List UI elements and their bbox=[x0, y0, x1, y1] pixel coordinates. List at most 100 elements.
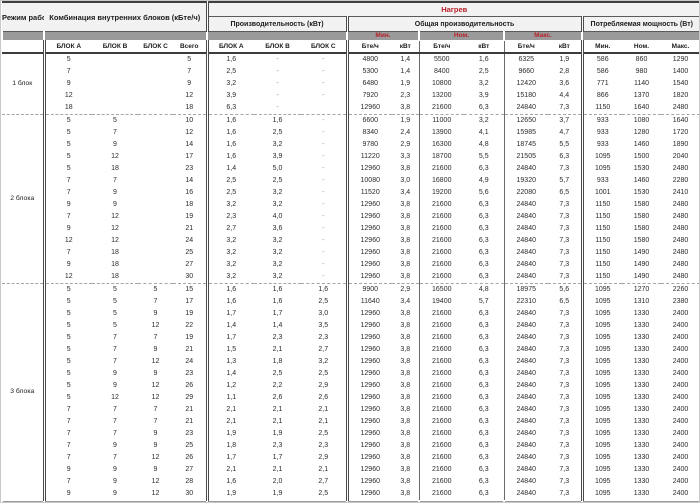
data-cell: 29 bbox=[173, 392, 207, 404]
column-subheader: БЛОК А bbox=[44, 41, 92, 54]
data-cell: 4,8 bbox=[464, 139, 504, 151]
data-cell: 11640 bbox=[347, 296, 392, 308]
data-cell: 1150 bbox=[582, 102, 622, 115]
data-cell: 5 bbox=[44, 127, 92, 139]
heating-spec-table: Режим работы Комбинация внутренних блоко… bbox=[1, 1, 700, 503]
table-row: 5512221,41,43,5129603,8216006,3248407,31… bbox=[2, 320, 700, 332]
data-cell: 21600 bbox=[419, 476, 464, 488]
data-cell: 19400 bbox=[419, 296, 464, 308]
data-cell: - bbox=[301, 259, 347, 271]
data-cell: 1,8 bbox=[207, 440, 254, 452]
data-cell bbox=[92, 102, 138, 115]
data-cell: 2,7 bbox=[207, 223, 254, 235]
data-cell: 5 bbox=[92, 115, 138, 128]
data-cell: 12 bbox=[44, 235, 92, 247]
data-cell: 21600 bbox=[419, 163, 464, 175]
data-cell: 2,1 bbox=[207, 464, 254, 476]
data-cell: 1095 bbox=[582, 452, 622, 464]
data-cell: - bbox=[301, 127, 347, 139]
data-cell: 1640 bbox=[622, 102, 661, 115]
data-cell bbox=[138, 259, 173, 271]
data-cell: 6,3 bbox=[464, 452, 504, 464]
data-cell: 2,3 bbox=[392, 90, 419, 102]
data-cell: 1,3 bbox=[207, 356, 254, 368]
data-cell: 2480 bbox=[661, 211, 700, 223]
table-row: 1212243,23,2-129603,8216006,3248407,3115… bbox=[2, 235, 700, 247]
data-cell: 2400 bbox=[661, 404, 700, 416]
data-cell: 9 bbox=[44, 259, 92, 271]
data-cell: 12960 bbox=[347, 247, 392, 259]
data-cell: 2,5 bbox=[207, 175, 254, 187]
data-cell: 2,1 bbox=[254, 416, 301, 428]
table-row: 5912261,22,22,9129603,8216006,3248407,31… bbox=[2, 380, 700, 392]
data-cell: 1330 bbox=[622, 356, 661, 368]
data-cell: 1,6 bbox=[207, 476, 254, 488]
data-cell: 9 bbox=[138, 344, 173, 356]
data-cell: 5,0 bbox=[254, 163, 301, 175]
data-cell: 2400 bbox=[661, 428, 700, 440]
data-cell: 25 bbox=[173, 247, 207, 259]
data-cell: 3,8 bbox=[392, 271, 419, 284]
data-cell: 2,3 bbox=[301, 440, 347, 452]
data-cell: 2,7 bbox=[301, 476, 347, 488]
data-cell: 2380 bbox=[661, 296, 700, 308]
data-cell: 24840 bbox=[504, 247, 548, 259]
data-cell: 30 bbox=[173, 488, 207, 501]
data-cell: 6,3 bbox=[464, 356, 504, 368]
section-label: 2 блока bbox=[2, 115, 44, 284]
data-cell: 586 bbox=[582, 53, 622, 66]
data-cell: 12960 bbox=[347, 199, 392, 211]
data-cell bbox=[138, 66, 173, 78]
data-cell: 12960 bbox=[347, 223, 392, 235]
data-cell: 9 bbox=[44, 488, 92, 501]
data-cell: 24840 bbox=[504, 464, 548, 476]
data-cell: 2,5 bbox=[254, 368, 301, 380]
data-cell: 21600 bbox=[419, 452, 464, 464]
data-cell: 5 bbox=[44, 115, 92, 128]
column-subheader: Бте/ч bbox=[419, 41, 464, 54]
data-cell: 12960 bbox=[347, 320, 392, 332]
data-cell: 3,8 bbox=[392, 163, 419, 175]
data-cell: 16 bbox=[173, 187, 207, 199]
data-cell: 24840 bbox=[504, 332, 548, 344]
data-cell: 3,8 bbox=[392, 428, 419, 440]
data-cell: 6,3 bbox=[464, 102, 504, 115]
data-cell: 1280 bbox=[622, 127, 661, 139]
data-cell: 933 bbox=[582, 115, 622, 128]
data-cell: 1330 bbox=[622, 344, 661, 356]
data-cell: 3,4 bbox=[392, 296, 419, 308]
data-cell: 7,3 bbox=[548, 452, 582, 464]
data-cell: 2,5 bbox=[254, 127, 301, 139]
band-segment bbox=[2, 32, 44, 41]
table-row: 799251,82,32,3129603,8216006,3248407,310… bbox=[2, 440, 700, 452]
data-cell: 9 bbox=[92, 380, 138, 392]
data-cell: 6480 bbox=[347, 78, 392, 90]
data-cell bbox=[138, 78, 173, 90]
table-row: 718253,23,2-129603,8216006,3248407,31150… bbox=[2, 247, 700, 259]
data-cell: 9 bbox=[173, 78, 207, 90]
heating-title: Нагрев bbox=[207, 2, 700, 17]
data-cell: 18 bbox=[92, 163, 138, 175]
data-cell: 1095 bbox=[582, 151, 622, 163]
data-cell: 1095 bbox=[582, 356, 622, 368]
data-cell: 12960 bbox=[347, 392, 392, 404]
table-row: 51212291,12,62,6129603,8216006,3248407,3… bbox=[2, 392, 700, 404]
data-cell: 1330 bbox=[622, 380, 661, 392]
data-cell: 4,8 bbox=[464, 284, 504, 297]
data-cell: 6,3 bbox=[464, 476, 504, 488]
data-cell: 24840 bbox=[504, 235, 548, 247]
data-cell: 16800 bbox=[419, 175, 464, 187]
data-cell: 12960 bbox=[347, 440, 392, 452]
data-cell: 2,9 bbox=[301, 452, 347, 464]
data-cell: 3,4 bbox=[392, 187, 419, 199]
column-subheader: БЛОК А bbox=[207, 41, 254, 54]
data-cell: 7,3 bbox=[548, 271, 582, 284]
data-cell: 5 bbox=[44, 392, 92, 404]
data-cell: 933 bbox=[582, 175, 622, 187]
data-cell: 7 bbox=[44, 404, 92, 416]
data-cell: 24840 bbox=[504, 368, 548, 380]
data-cell: 6,3 bbox=[464, 247, 504, 259]
data-cell: 1460 bbox=[622, 175, 661, 187]
data-cell: 12420 bbox=[504, 78, 548, 90]
data-cell: 7 bbox=[138, 296, 173, 308]
